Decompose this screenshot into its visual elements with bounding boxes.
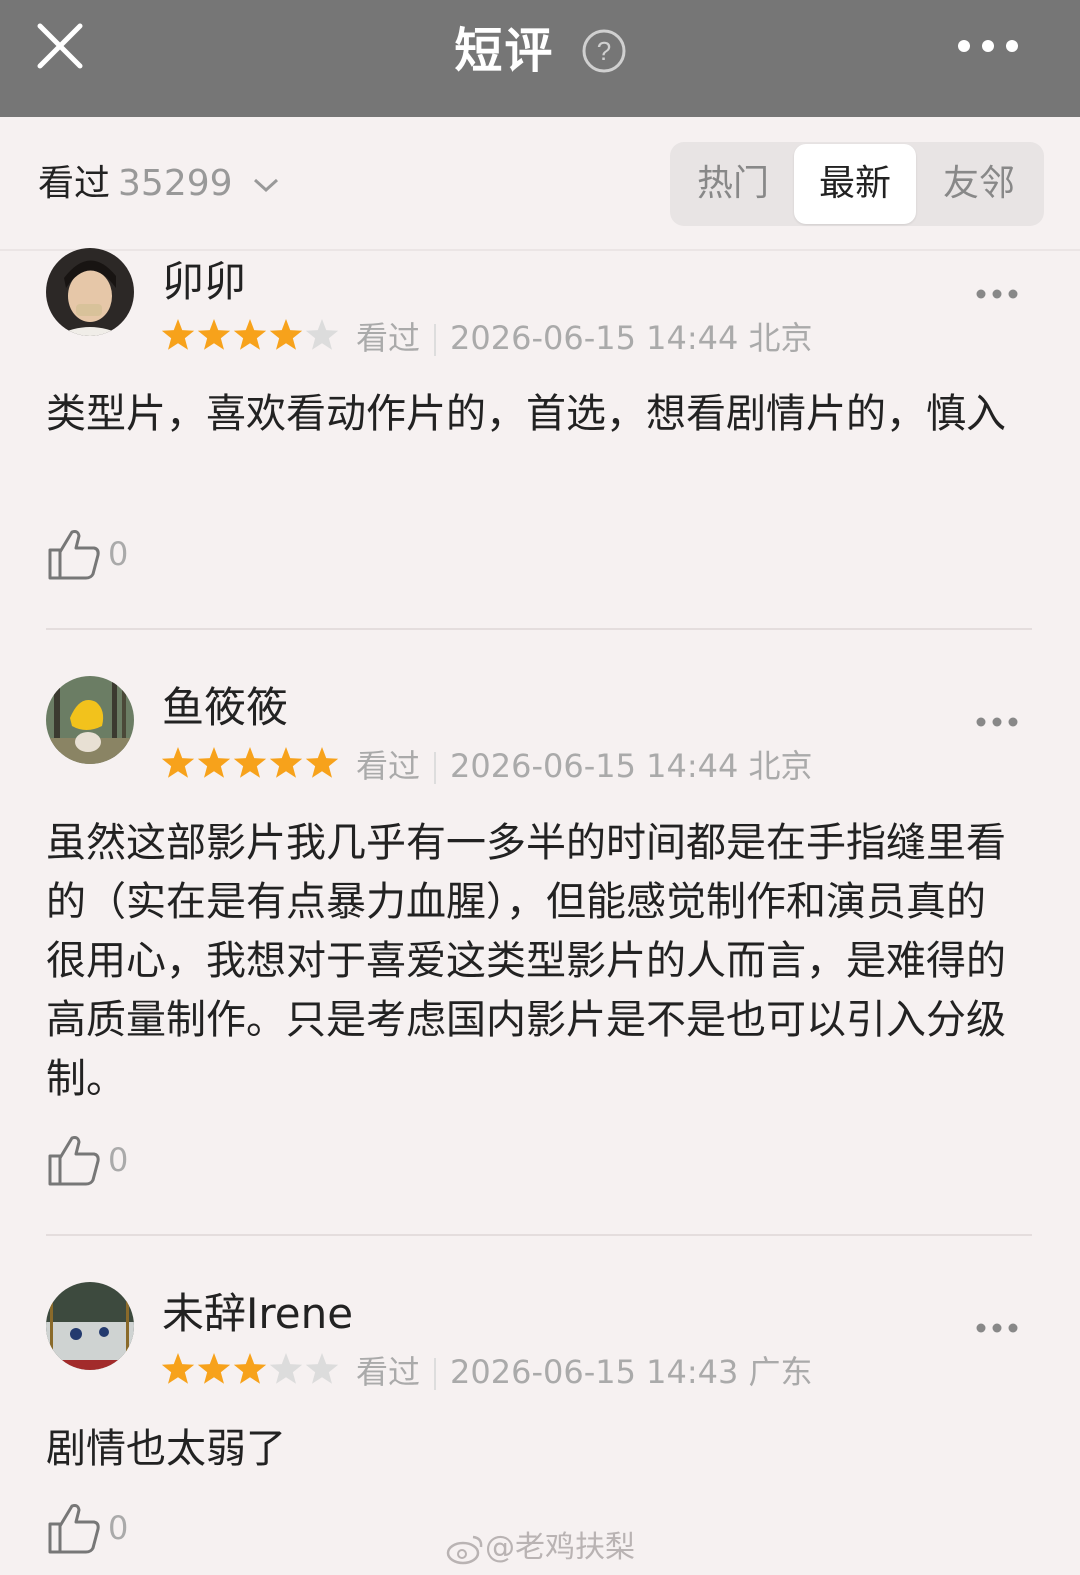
watched-filter[interactable]: 看过 35299: [38, 162, 280, 206]
star-filled-icon: [197, 319, 231, 350]
watched-label: 看过: [38, 163, 111, 204]
star-filled-icon: [233, 747, 267, 778]
like-count: 0: [108, 1509, 129, 1547]
review-meta: 看过 2026-06-15 14:43 广东: [356, 1352, 813, 1392]
watch-status: 看过: [356, 747, 421, 785]
meta-divider: [434, 752, 437, 784]
username[interactable]: 未辞Irene: [162, 1286, 353, 1342]
watermark: @老鸡扶梨: [445, 1522, 635, 1566]
watched-count: 35299: [118, 163, 233, 204]
page-title: 短评: [454, 23, 555, 79]
star-empty-icon: [305, 319, 339, 350]
thumbs-up-icon: [48, 530, 100, 580]
like-count: 0: [108, 1141, 129, 1179]
sort-tabs: 热门 最新 友邻: [670, 142, 1044, 226]
watch-status: 看过: [356, 1353, 421, 1391]
review-datetime: 2026-06-15 14:43: [450, 1353, 739, 1391]
review-location: 北京: [748, 319, 813, 357]
divider: [46, 1234, 1032, 1236]
star-filled-icon: [197, 747, 231, 778]
weibo-logo-icon: [446, 1535, 483, 1564]
rating-stars: [162, 319, 339, 350]
thumbs-up-icon: [48, 1136, 100, 1186]
tab-friends[interactable]: 友邻: [918, 144, 1040, 224]
username[interactable]: 鱼筱筱: [162, 680, 288, 736]
like-button[interactable]: 0: [46, 1132, 128, 1188]
avatar[interactable]: [46, 1282, 134, 1370]
star-empty-icon: [305, 1353, 339, 1384]
filter-bar: 看过 35299 热门 最新 友邻: [0, 117, 1080, 251]
avatar[interactable]: [46, 248, 134, 336]
chevron-down-icon: [253, 178, 279, 193]
like-button[interactable]: 0: [46, 1500, 128, 1556]
rating-stars: [162, 1353, 339, 1384]
review-datetime: 2026-06-15 14:44: [450, 747, 739, 785]
username[interactable]: 卯卯: [162, 254, 246, 310]
star-filled-icon: [269, 747, 303, 778]
thumbs-up-icon: [48, 1504, 100, 1554]
watch-status: 看过: [356, 319, 421, 357]
star-filled-icon: [233, 319, 267, 350]
review-content: 类型片，喜欢看动作片的，首选，想看剧情片的，慎入: [46, 391, 1006, 437]
like-button[interactable]: 0: [46, 526, 128, 582]
star-filled-icon: [162, 1353, 195, 1384]
more-options-icon[interactable]: [975, 1321, 1019, 1335]
tab-hot[interactable]: 热门: [672, 144, 794, 224]
more-options-icon[interactable]: [956, 34, 1020, 58]
help-icon[interactable]: ?: [582, 29, 626, 73]
top-bar: 短评 ?: [0, 0, 1080, 117]
like-count: 0: [108, 535, 129, 573]
review-content: 剧情也太弱了: [46, 1426, 286, 1472]
more-options-icon[interactable]: [975, 715, 1019, 729]
star-filled-icon: [162, 319, 195, 350]
meta-divider: [434, 1358, 437, 1390]
review-datetime: 2026-06-15 14:44: [450, 319, 739, 357]
review-meta: 看过 2026-06-15 14:44 北京: [356, 318, 813, 358]
avatar[interactable]: [46, 676, 134, 764]
svg-text:?: ?: [596, 36, 610, 66]
watermark-text: @老鸡扶梨: [485, 1530, 635, 1565]
star-empty-icon: [269, 1353, 303, 1384]
review-location: 广东: [748, 1353, 813, 1391]
star-filled-icon: [233, 1353, 267, 1384]
review-content: 虽然这部影片我几乎有一多半的时间都是在手指缝里看的（实在是有点暴力血腥），但能感…: [46, 820, 1006, 1102]
star-filled-icon: [197, 1353, 231, 1384]
review-location: 北京: [748, 747, 813, 785]
review-meta: 看过 2026-06-15 14:44 北京: [356, 746, 813, 786]
more-options-icon[interactable]: [975, 287, 1019, 301]
tab-latest[interactable]: 最新: [794, 144, 916, 224]
star-filled-icon: [305, 747, 339, 778]
page-title-wrap: 短评 ?: [0, 18, 1080, 79]
divider: [46, 628, 1032, 630]
star-filled-icon: [269, 319, 303, 350]
meta-divider: [434, 324, 437, 356]
star-filled-icon: [162, 747, 195, 778]
rating-stars: [162, 747, 339, 778]
